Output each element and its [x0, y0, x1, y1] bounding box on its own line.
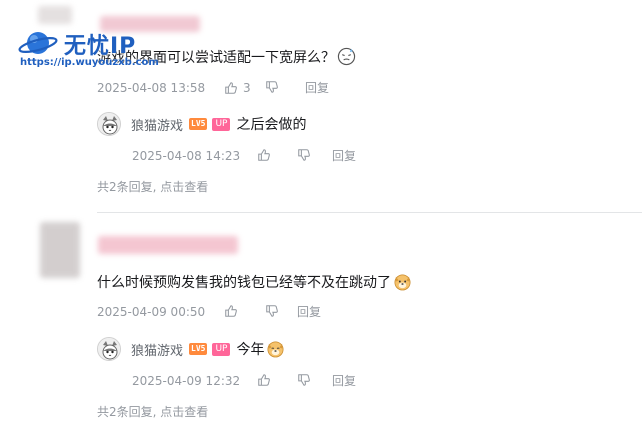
wolf-cat-avatar-icon — [98, 338, 120, 360]
thumbs-down-icon — [266, 81, 278, 93]
reply-1-dislike-button[interactable] — [297, 148, 311, 162]
reply-1-like-button[interactable] — [257, 148, 271, 162]
reply-1-meta: 2025-04-08 14:23 回复 — [132, 148, 392, 164]
comment-divider — [97, 212, 642, 213]
reply-1-date: 2025-04-08 14:23 — [132, 149, 241, 163]
thumbs-down-icon — [298, 374, 310, 386]
dog-emoji — [394, 274, 411, 291]
reply-2: 狼猫游戏 LV5 UP 今年 — [97, 337, 285, 361]
comment-1-meta: 2025-04-08 13:58 3 回复 — [97, 80, 397, 96]
reply-2-text: 今年 — [236, 339, 285, 359]
level-badge: LV5 — [189, 118, 208, 130]
redacted-avatar-1 — [38, 6, 72, 24]
comment-1-more-replies-link[interactable]: 共2条回复, 点击查看 — [97, 178, 208, 195]
redacted-avatar-2 — [40, 222, 80, 278]
comment-2-dislike-button[interactable] — [265, 304, 279, 318]
comment-2-more-replies-link[interactable]: 共2条回复, 点击查看 — [97, 403, 208, 420]
thumbs-up-icon — [258, 149, 270, 161]
comment-2-date: 2025-04-09 00:50 — [97, 305, 206, 319]
wolf-cat-avatar-icon — [98, 113, 120, 135]
reply-2-meta: 2025-04-09 12:32 回复 — [132, 373, 392, 389]
reply-1-username[interactable]: 狼猫游戏 — [131, 115, 183, 134]
reply-1-reply-button[interactable]: 回复 — [332, 148, 356, 164]
reply-2-date: 2025-04-09 12:32 — [132, 374, 241, 388]
reply-1-text: 之后会做的 — [236, 117, 307, 133]
watermark: 无忧IP https://ip.wuyouzxb.com — [18, 24, 188, 70]
comment-1-dislike-button[interactable] — [265, 80, 279, 94]
avatar[interactable] — [97, 112, 121, 136]
reply-2-username[interactable]: 狼猫游戏 — [131, 340, 183, 359]
thumbs-down-icon — [298, 149, 310, 161]
comment-2-like-button[interactable] — [224, 304, 238, 318]
comment-1-like-count: 3 — [243, 81, 251, 95]
awkward-face-emoji — [337, 47, 356, 66]
comment-1-date: 2025-04-08 13:58 — [97, 81, 206, 95]
comment-1-like-button[interactable]: 3 — [224, 80, 251, 96]
reply-2-reply-button[interactable]: 回复 — [332, 373, 356, 389]
up-badge: UP — [212, 342, 231, 356]
watermark-url: https://ip.wuyouzxb.com — [20, 57, 159, 68]
thumbs-down-icon — [266, 305, 278, 317]
reply-2-like-button[interactable] — [257, 373, 271, 387]
watermark-brand: 无忧IP — [64, 34, 137, 59]
thumbs-up-icon — [225, 305, 237, 317]
reply-2-dislike-button[interactable] — [297, 373, 311, 387]
avatar[interactable] — [97, 337, 121, 361]
dog-emoji — [268, 341, 284, 358]
level-badge: LV5 — [189, 343, 208, 355]
comment-1-reply-button[interactable]: 回复 — [305, 80, 329, 96]
up-badge: UP — [212, 117, 231, 131]
comment-2-reply-button[interactable]: 回复 — [297, 304, 321, 320]
thumbs-up-icon — [225, 82, 237, 94]
comment-2-meta: 2025-04-09 00:50 回复 — [97, 304, 397, 320]
redacted-username-2 — [98, 236, 238, 254]
reply-1: 狼猫游戏 LV5 UP 之后会做的 — [97, 112, 306, 136]
thumbs-up-icon — [258, 374, 270, 386]
comment-2-text: 什么时候预购发售我的钱包已经等不及在跳动了 — [97, 272, 412, 293]
